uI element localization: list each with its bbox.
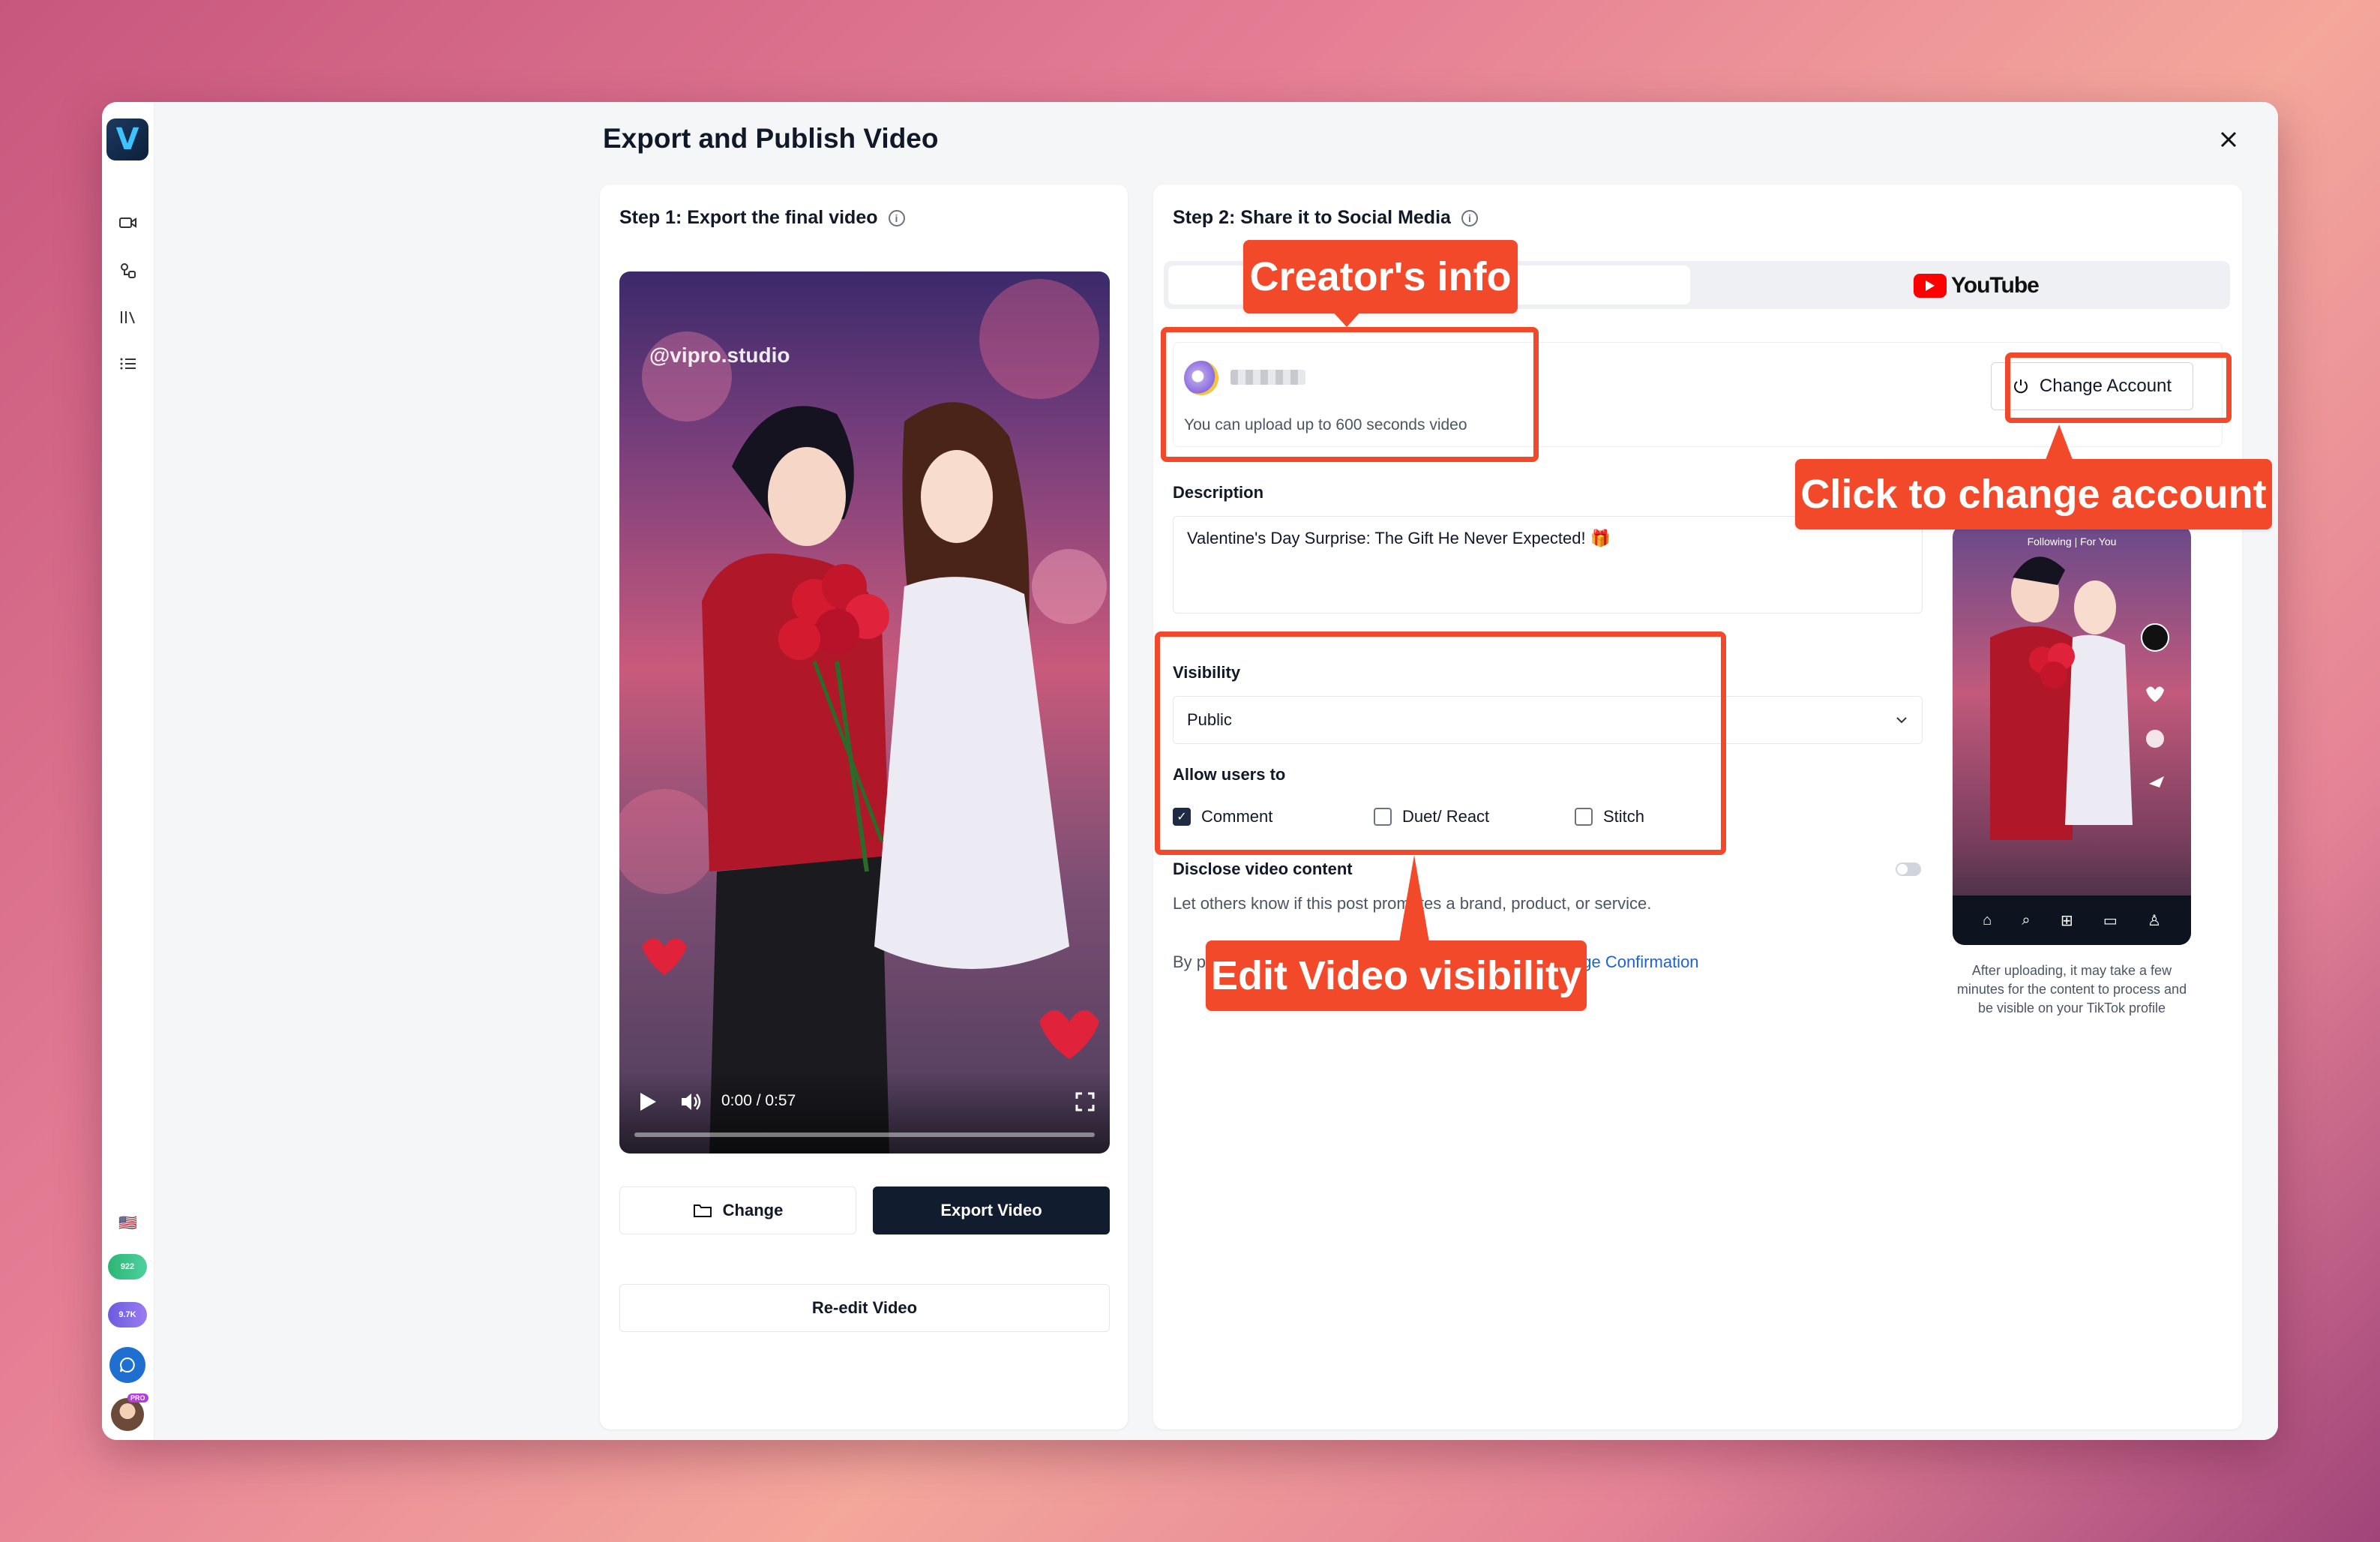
- chevron-down-icon: [1896, 717, 1907, 724]
- export-video-label: Export Video: [940, 1201, 1042, 1220]
- change-account-callout-text: Click to change account: [1800, 472, 2267, 517]
- creator-info-callout-text: Creator's info: [1249, 254, 1512, 299]
- video-camera-icon[interactable]: [117, 212, 139, 234]
- description-field[interactable]: Valentine's Day Surprise: The Gift He Ne…: [1173, 516, 1923, 614]
- folder-icon: [693, 1204, 712, 1217]
- callout-pointer-icon: [2044, 424, 2074, 464]
- video-frame-illustration: [619, 279, 1107, 1154]
- re-edit-video-button[interactable]: Re-edit Video: [619, 1284, 1110, 1332]
- change-video-button[interactable]: Change: [619, 1186, 856, 1234]
- creator-info-callout: Creator's info: [1243, 240, 1518, 314]
- video-player[interactable]: @vipro.studio 0:00 / 0:57: [619, 272, 1110, 1154]
- step2-heading: Step 2: Share it to Social Media i: [1173, 207, 1478, 229]
- step1-heading: Step 1: Export the final video i: [619, 207, 905, 229]
- close-icon: [2220, 131, 2237, 148]
- preview-illustration: [1990, 556, 2169, 840]
- tiktok-preview: Following | For You ⌂ ⌕ ⊞ ▭ ♙: [1953, 525, 2191, 945]
- language-flag-icon[interactable]: 🇺🇸: [118, 1214, 137, 1232]
- app-logo[interactable]: V: [106, 118, 148, 160]
- change-video-label: Change: [722, 1201, 784, 1220]
- info-icon[interactable]: i: [1461, 209, 1478, 226]
- credits-count: 922: [120, 1262, 135, 1271]
- description-value: Valentine's Day Surprise: The Gift He Ne…: [1187, 529, 1611, 548]
- play-icon[interactable]: [636, 1090, 658, 1113]
- music-confirmation-link[interactable]: age Confirmation: [1573, 952, 1699, 972]
- preview-caption: After uploading, it may take a few minut…: [1956, 963, 2187, 1016]
- workflow-icon[interactable]: [117, 260, 139, 282]
- left-nav: V 🇺🇸 922 9.7K PRO: [102, 102, 154, 1440]
- gems-count: 9.7K: [118, 1310, 136, 1319]
- tab-youtube[interactable]: YouTube: [1914, 273, 2040, 298]
- video-controls: 0:00 / 0:57: [619, 1071, 1110, 1154]
- change-account-callout: Click to change account: [1795, 459, 2272, 530]
- youtube-icon: [1914, 274, 1947, 298]
- credits-badge[interactable]: 922: [108, 1254, 147, 1280]
- disclose-toggle[interactable]: [1896, 862, 1921, 876]
- re-edit-video-label: Re-edit Video: [811, 1298, 918, 1317]
- video-watermark: @vipro.studio: [649, 344, 790, 367]
- fullscreen-icon[interactable]: [1075, 1092, 1095, 1112]
- inbox-icon: ▭: [2103, 912, 2118, 929]
- chat-button[interactable]: [109, 1347, 145, 1383]
- export-video-button[interactable]: Export Video: [873, 1186, 1110, 1234]
- change-account-highlight: [2005, 352, 2232, 423]
- plus-icon: ⊞: [2060, 912, 2073, 929]
- chat-icon: [120, 1357, 135, 1372]
- list-icon[interactable]: [117, 352, 139, 375]
- edit-visibility-callout: Edit Video visibility: [1206, 940, 1587, 1011]
- description-label: Description: [1173, 483, 1264, 502]
- youtube-label: YouTube: [1951, 273, 2040, 298]
- library-icon[interactable]: [117, 306, 139, 328]
- callout-pointer-icon: [1399, 855, 1429, 942]
- visibility-highlight: [1155, 632, 1726, 855]
- pro-badge: PRO: [127, 1394, 148, 1402]
- close-button[interactable]: [2214, 124, 2244, 154]
- disclose-label: Disclose video content: [1173, 860, 1353, 878]
- profile-icon: ♙: [2147, 912, 2161, 929]
- step1-heading-text: Step 1: Export the final video: [619, 207, 878, 228]
- volume-icon[interactable]: [679, 1090, 703, 1113]
- video-progress-bar[interactable]: [634, 1132, 1095, 1137]
- info-icon[interactable]: i: [888, 209, 905, 226]
- search-icon: ⌕: [2022, 911, 2031, 928]
- preview-feed-tabs: Following | For You: [2027, 536, 2117, 548]
- gems-badge[interactable]: 9.7K: [108, 1302, 147, 1328]
- creator-info-highlight: [1161, 327, 1539, 462]
- preview-bottom-bar: ⌂ ⌕ ⊞ ▭ ♙: [1953, 896, 2191, 945]
- video-time: 0:00 / 0:57: [721, 1092, 796, 1109]
- step2-heading-text: Step 2: Share it to Social Media: [1173, 207, 1451, 228]
- page-title: Export and Publish Video: [603, 123, 939, 154]
- step1-card: Step 1: Export the final video i @vipro.…: [600, 184, 1128, 1430]
- edit-visibility-callout-text: Edit Video visibility: [1210, 953, 1582, 998]
- home-icon: ⌂: [1983, 911, 1992, 928]
- user-avatar[interactable]: [111, 1398, 144, 1431]
- callout-pointer-icon: [1332, 310, 1362, 327]
- consent-prefix: By p: [1173, 952, 1206, 971]
